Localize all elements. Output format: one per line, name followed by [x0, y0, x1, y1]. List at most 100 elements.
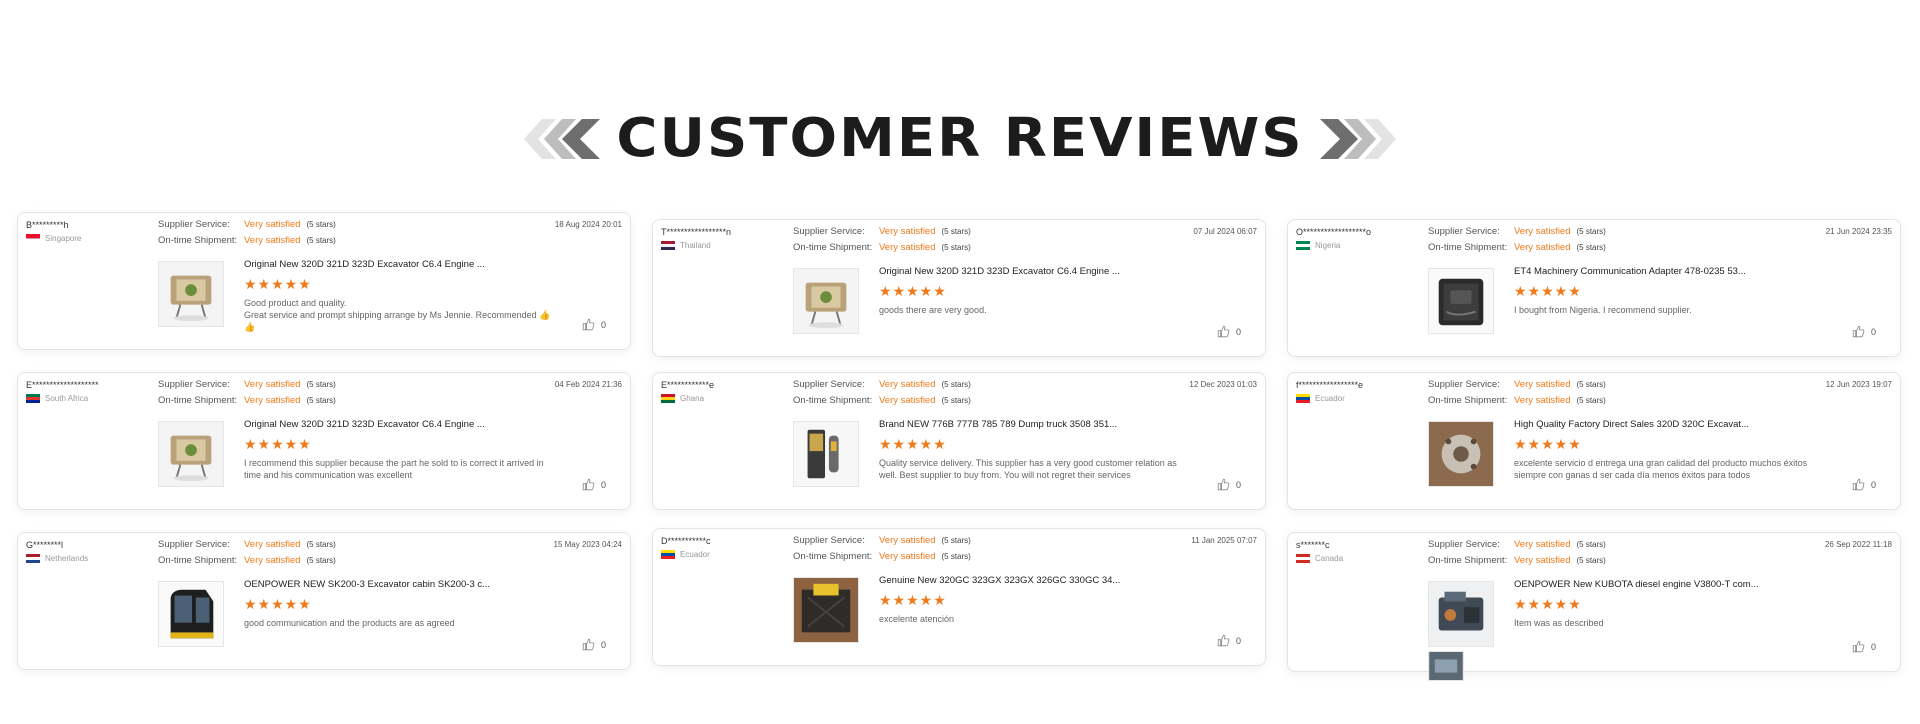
- supplier-service-row: Supplier Service: Very satisfied (5 star…: [158, 539, 478, 555]
- like-count: 0: [1870, 479, 1876, 490]
- review-date: 15 May 2023 04:24: [553, 540, 623, 549]
- supplier-service-row: Supplier Service: Very satisfied (5 star…: [158, 219, 478, 235]
- supplier-service-value: Very satisfied: [244, 219, 301, 230]
- product-title-link[interactable]: Brand NEW 776B 777B 785 789 Dump truck 3…: [879, 419, 1117, 430]
- review-date: 18 Aug 2024 20:01: [554, 220, 622, 229]
- product-title-link[interactable]: Original New 320D 321D 323D Excavator C6…: [244, 259, 485, 270]
- product-thumbnail[interactable]: [1428, 268, 1494, 334]
- like-button[interactable]: 0: [1217, 325, 1241, 338]
- reviewer-name: G********l: [26, 540, 64, 550]
- product-image: [159, 422, 223, 486]
- service-ratings: Supplier Service: Very satisfied (5 star…: [1428, 379, 1748, 411]
- review-date: 07 Jul 2024 06:07: [1193, 227, 1257, 236]
- like-button[interactable]: 0: [1217, 478, 1241, 491]
- like-button[interactable]: 0: [582, 638, 606, 651]
- product-title-link[interactable]: OENPOWER NEW SK200-3 Excavator cabin SK2…: [244, 579, 490, 590]
- supplier-service-label: Supplier Service:: [1428, 539, 1500, 550]
- thumbs-up-icon: [1217, 478, 1230, 491]
- like-button[interactable]: 0: [1852, 640, 1876, 653]
- supplier-service-row: Supplier Service: Very satisfied (5 star…: [1428, 539, 1748, 555]
- country-flag-icon: [661, 394, 675, 403]
- reviewer-info: f*****************e Ecuador: [1296, 379, 1416, 403]
- like-button[interactable]: 0: [1217, 634, 1241, 647]
- country-name: Nigeria: [1315, 241, 1341, 250]
- supplier-service-label: Supplier Service:: [1428, 379, 1500, 390]
- supplier-service-label: Supplier Service:: [793, 535, 865, 546]
- product-rating-stars: ★★★★★: [879, 436, 947, 452]
- reviewer-name: s*******c: [1296, 540, 1330, 550]
- shipment-label: On-time Shipment:: [1428, 242, 1508, 253]
- supplier-service-label: Supplier Service:: [158, 539, 230, 550]
- shipment-row: On-time Shipment: Very satisfied (5 star…: [1428, 555, 1748, 571]
- review-comment: Good product and quality. Great service a…: [244, 298, 551, 332]
- shipment-row: On-time Shipment: Very satisfied (5 star…: [158, 555, 478, 571]
- reviewer-name: O******************o: [1296, 227, 1372, 237]
- reviewer-info: D***********c Ecuador: [661, 535, 781, 559]
- supplier-service-value: Very satisfied: [879, 535, 936, 546]
- reviewer-country: Ecuador: [1296, 394, 1416, 403]
- supplier-service-stars: (5 stars): [941, 227, 971, 236]
- product-thumbnail-secondary[interactable]: [1428, 651, 1464, 681]
- product-thumbnail[interactable]: [793, 577, 859, 643]
- shipment-value: Very satisfied: [1514, 242, 1571, 253]
- review-date: 26 Sep 2022 11:18: [1824, 540, 1892, 549]
- product-title-link[interactable]: Original New 320D 321D 323D Excavator C6…: [879, 266, 1120, 277]
- service-ratings: Supplier Service: Very satisfied (5 star…: [793, 379, 1113, 411]
- shipment-label: On-time Shipment:: [158, 555, 238, 566]
- shipment-row: On-time Shipment: Very satisfied (5 star…: [158, 235, 478, 251]
- shipment-row: On-time Shipment: Very satisfied (5 star…: [158, 395, 478, 411]
- product-image: [794, 422, 858, 486]
- supplier-service-label: Supplier Service:: [158, 219, 230, 230]
- review-card-5: E************e Ghana Supplier Service: V…: [652, 372, 1266, 510]
- service-ratings: Supplier Service: Very satisfied (5 star…: [158, 539, 478, 571]
- country-name: South Africa: [45, 394, 89, 403]
- product-title-link[interactable]: Original New 320D 321D 323D Excavator C6…: [244, 419, 485, 430]
- like-count: 0: [600, 479, 606, 490]
- shipment-value: Very satisfied: [244, 395, 301, 406]
- supplier-service-value: Very satisfied: [244, 379, 301, 390]
- supplier-service-value: Very satisfied: [1514, 539, 1571, 550]
- product-rating-stars: ★★★★★: [1514, 436, 1582, 452]
- reviewer-name: B*********h: [26, 220, 69, 230]
- shipment-row: On-time Shipment: Very satisfied (5 star…: [1428, 242, 1748, 258]
- review-comment: Quality service delivery. This supplier …: [879, 458, 1177, 480]
- product-title-link[interactable]: ET4 Machinery Communication Adapter 478-…: [1514, 266, 1746, 277]
- supplier-service-stars: (5 stars): [941, 380, 971, 389]
- product-rating-stars: ★★★★★: [244, 436, 312, 452]
- supplier-service-row: Supplier Service: Very satisfied (5 star…: [1428, 379, 1748, 395]
- review-comment: I bought from Nigeria. I recommend suppl…: [1514, 305, 1692, 315]
- like-count: 0: [600, 639, 606, 650]
- reviewer-country: Netherlands: [26, 554, 146, 563]
- service-ratings: Supplier Service: Very satisfied (5 star…: [1428, 539, 1748, 571]
- product-image: [159, 582, 223, 646]
- reviewer-country: Ecuador: [661, 550, 781, 559]
- product-image: [159, 262, 223, 326]
- product-thumbnail[interactable]: [793, 421, 859, 487]
- reviewer-country: South Africa: [26, 394, 146, 403]
- product-title-link[interactable]: OENPOWER New KUBOTA diesel engine V3800-…: [1514, 579, 1759, 590]
- like-button[interactable]: 0: [582, 478, 606, 491]
- supplier-service-value: Very satisfied: [1514, 379, 1571, 390]
- country-name: Netherlands: [45, 554, 89, 563]
- product-thumbnail[interactable]: [1428, 581, 1494, 647]
- product-title-link[interactable]: Genuine New 320GC 323GX 323GX 326GC 330G…: [879, 575, 1120, 586]
- like-button[interactable]: 0: [1852, 478, 1876, 491]
- review-card-2: T*****************n Thailand Supplier Se…: [652, 219, 1266, 357]
- review-date: 12 Dec 2023 01:03: [1189, 380, 1257, 389]
- product-rating-stars: ★★★★★: [244, 596, 312, 612]
- product-thumbnail[interactable]: [158, 261, 224, 327]
- product-thumbnail[interactable]: [793, 268, 859, 334]
- product-thumbnail[interactable]: [158, 421, 224, 487]
- thumbs-up-icon: [582, 318, 595, 331]
- review-card-3: O******************o Nigeria Supplier Se…: [1287, 219, 1901, 357]
- chevrons-left-icon: [520, 117, 604, 161]
- product-thumbnail[interactable]: [1428, 421, 1494, 487]
- product-title-link[interactable]: High Quality Factory Direct Sales 320D 3…: [1514, 419, 1749, 430]
- like-count: 0: [600, 319, 606, 330]
- product-thumbnail[interactable]: [158, 581, 224, 647]
- shipment-value: Very satisfied: [879, 551, 936, 562]
- shipment-stars: (5 stars): [941, 552, 971, 561]
- like-button[interactable]: 0: [1852, 325, 1876, 338]
- supplier-service-stars: (5 stars): [1576, 540, 1606, 549]
- like-button[interactable]: 0: [582, 318, 606, 331]
